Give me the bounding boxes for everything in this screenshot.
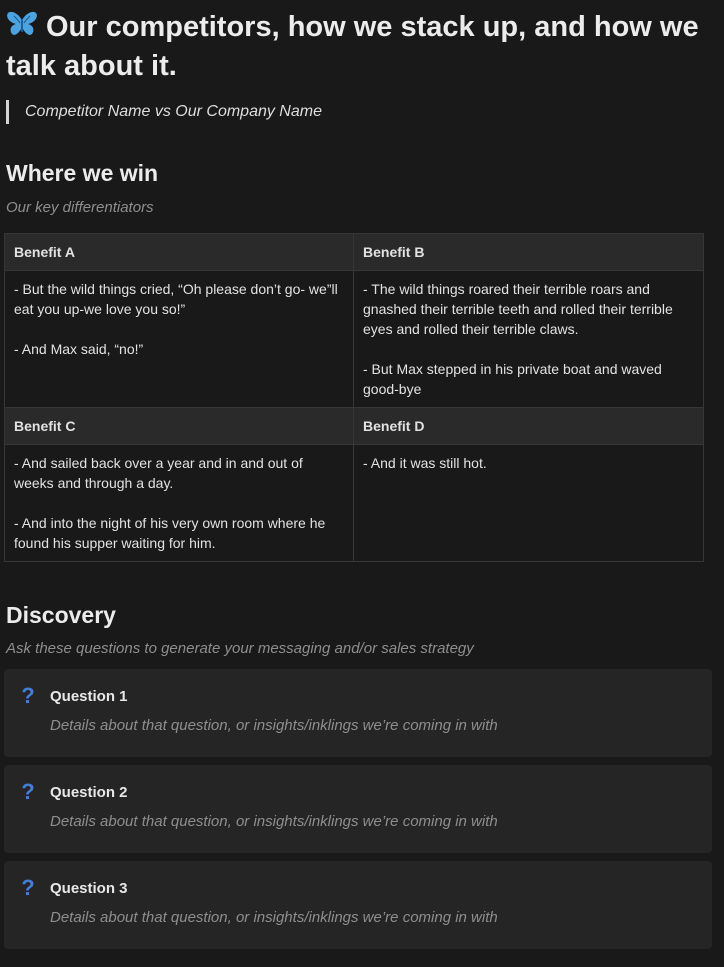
question-2-detail: Details about that question, or insights…: [50, 813, 498, 830]
question-1-detail: Details about that question, or insights…: [50, 717, 498, 734]
page: Our competitors, how we stack up, and ho…: [0, 0, 724, 967]
benefit-c-header: Benefit C: [4, 407, 354, 445]
benefit-d-header: Benefit D: [353, 407, 704, 445]
benefit-b-cell: - The wild things roared their terrible …: [353, 270, 704, 408]
benefit-c-line-1: - And sailed back over a year and in and…: [14, 455, 303, 491]
benefit-a-cell: - But the wild things cried, “Oh please …: [4, 270, 354, 408]
page-title-text: Our competitors, how we stack up, and ho…: [6, 11, 699, 82]
question-mark-icon: ?: [21, 779, 35, 804]
benefit-a-line-2: - And Max said, “no!”: [14, 341, 144, 357]
question-3-title: Question 3: [50, 880, 128, 897]
benefit-a-header: Benefit A: [4, 233, 354, 271]
page-title: Our competitors, how we stack up, and ho…: [6, 8, 711, 86]
table-row: - But the wild things cried, “Oh please …: [4, 270, 704, 408]
question-3-detail: Details about that question, or insights…: [50, 909, 498, 926]
benefit-d-line-1: - And it was still hot.: [363, 455, 487, 471]
benefit-d-cell: - And it was still hot.: [353, 444, 704, 562]
benefit-c-line-2: - And into the night of his very own roo…: [14, 515, 326, 551]
benefit-b-line-2: - But Max stepped in his private boat an…: [363, 361, 662, 397]
table-header-row: Benefit C Benefit D: [4, 407, 704, 445]
question-2-title: Question 2: [50, 784, 128, 801]
benefit-b-line-1: - The wild things roared their terrible …: [363, 281, 673, 337]
question-callout-1: ? Question 1 Details about that question…: [4, 669, 712, 757]
benefit-b-header: Benefit B: [353, 233, 704, 271]
discovery-heading: Discovery: [6, 602, 116, 628]
where-we-win-subtitle: Our key differentiators: [6, 199, 154, 216]
table-header-row: Benefit A Benefit B: [4, 233, 704, 271]
benefit-c-cell: - And sailed back over a year and in and…: [4, 444, 354, 562]
discovery-subtitle: Ask these questions to generate your mes…: [6, 640, 474, 657]
butterfly-icon: [6, 11, 38, 39]
comparison-quote: Competitor Name vs Our Company Name: [6, 100, 322, 124]
question-1-title: Question 1: [50, 688, 128, 705]
question-mark-icon: ?: [21, 683, 35, 708]
question-mark-icon: ?: [21, 875, 35, 900]
question-callout-2: ? Question 2 Details about that question…: [4, 765, 712, 853]
table-row: - And sailed back over a year and in and…: [4, 444, 704, 562]
benefit-a-line-1: - But the wild things cried, “Oh please …: [14, 281, 338, 317]
question-callout-3: ? Question 3 Details about that question…: [4, 861, 712, 949]
differentiators-table: Benefit A Benefit B - But the wild thing…: [4, 233, 704, 562]
where-we-win-heading: Where we win: [6, 160, 159, 186]
